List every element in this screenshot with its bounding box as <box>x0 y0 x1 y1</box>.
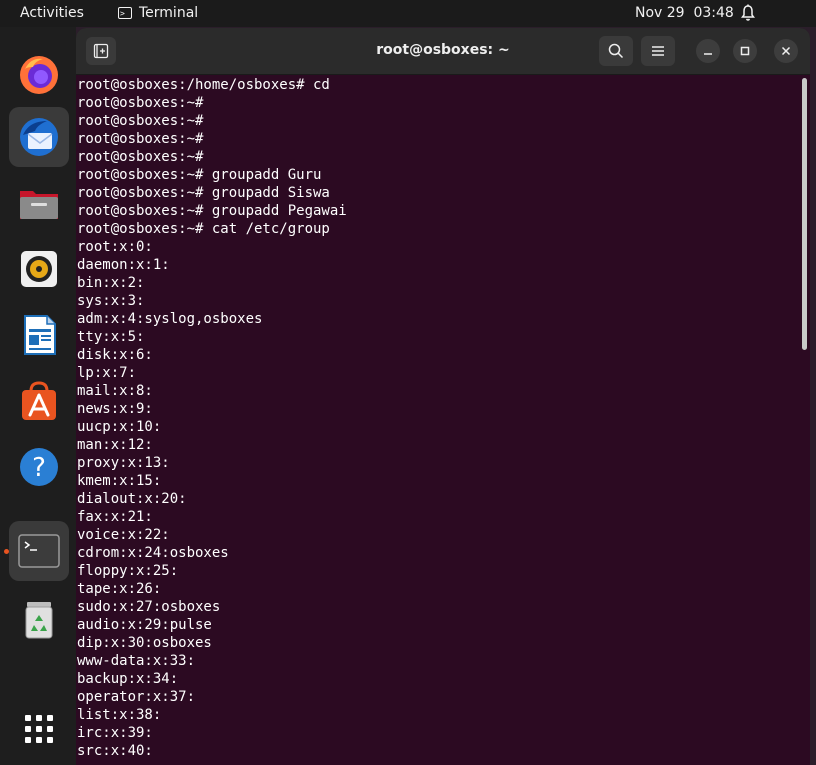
terminal-line: lp:x:7: <box>77 365 137 381</box>
terminal-line: root@osboxes:~# groupadd Guru <box>77 167 322 183</box>
terminal-line: root@osboxes:~# <box>77 131 204 147</box>
close-button[interactable] <box>774 39 798 63</box>
terminal-line: root@osboxes:~# groupadd Siswa <box>77 185 330 201</box>
dock-help[interactable]: ? <box>9 437 69 497</box>
terminal-line: daemon:x:1: <box>77 257 170 273</box>
help-icon: ? <box>20 448 58 486</box>
terminal-line: uucp:x:10: <box>77 419 162 435</box>
terminal-line: dialout:x:20: <box>77 491 187 507</box>
app-menu-label: Terminal <box>139 5 199 21</box>
minimize-icon <box>704 53 712 55</box>
terminal-line: fax:x:21: <box>77 509 153 525</box>
dock-rhythmbox[interactable] <box>9 239 69 299</box>
terminal-line: backup:x:34: <box>77 671 179 687</box>
terminal-line: tape:x:26: <box>77 581 162 597</box>
terminal-line: news:x:9: <box>77 401 153 417</box>
terminal-line: root@osboxes:/home/osboxes# cd <box>77 77 330 93</box>
app-grid-icon <box>25 715 53 743</box>
top-bar: Activities > Terminal Nov 29 03:48 <box>0 0 816 27</box>
terminal-line: kmem:x:15: <box>77 473 162 489</box>
terminal-line: src:x:40: <box>77 743 153 759</box>
minimize-button[interactable] <box>696 39 720 63</box>
terminal-line: sys:x:3: <box>77 293 145 309</box>
terminal-line: adm:x:4:syslog,osboxes <box>77 311 263 327</box>
speaker-icon <box>21 251 57 287</box>
terminal-line: audio:x:29:pulse <box>77 617 212 633</box>
terminal-icon: > <box>118 7 132 19</box>
svg-text:?: ? <box>32 453 46 483</box>
maximize-icon <box>740 46 750 56</box>
search-icon <box>608 43 624 59</box>
menu-button[interactable] <box>641 36 675 66</box>
clock[interactable]: Nov 29 03:48 <box>635 5 734 21</box>
terminal-line: www-data:x:33: <box>77 653 196 669</box>
activities-button[interactable]: Activities <box>20 5 84 21</box>
dock-firefox[interactable] <box>9 45 69 105</box>
bell-icon[interactable] <box>740 4 756 22</box>
dock-software[interactable] <box>9 371 69 431</box>
folder-icon <box>20 191 58 219</box>
dock: ? <box>0 27 76 765</box>
terminal-line: cdrom:x:24:osboxes <box>77 545 229 561</box>
trash-icon <box>25 602 53 639</box>
terminal-line: list:x:38: <box>77 707 162 723</box>
search-button[interactable] <box>599 36 633 66</box>
scrollbar-thumb[interactable] <box>802 78 807 350</box>
close-icon <box>781 46 791 56</box>
dock-writer[interactable] <box>9 305 69 365</box>
document-icon <box>24 315 56 355</box>
terminal-line: root@osboxes:~# <box>77 149 204 165</box>
dock-files[interactable] <box>9 173 69 233</box>
scrollbar[interactable] <box>800 76 808 765</box>
dock-show-apps[interactable] <box>9 699 69 759</box>
firefox-icon <box>20 56 58 94</box>
maximize-button[interactable] <box>733 39 757 63</box>
dock-terminal[interactable] <box>9 521 69 581</box>
dock-thunderbird[interactable] <box>9 107 69 167</box>
terminal-line: tty:x:5: <box>77 329 145 345</box>
terminal-output[interactable]: root@osboxes:/home/osboxes# cd root@osbox… <box>77 76 797 765</box>
terminal-line: root:x:0: <box>77 239 153 255</box>
terminal-window: root@osboxes: ~ root@osboxes:/home/osbox… <box>76 28 810 765</box>
dock-trash[interactable] <box>9 589 69 649</box>
terminal-line: root@osboxes:~# cat /etc/group <box>77 221 330 237</box>
terminal-line: operator:x:37: <box>77 689 196 705</box>
terminal-line: man:x:12: <box>77 437 153 453</box>
thunderbird-icon <box>20 118 58 156</box>
terminal-icon <box>18 534 60 568</box>
header-bar: root@osboxes: ~ <box>76 28 810 75</box>
app-menu[interactable]: > Terminal <box>118 5 198 21</box>
terminal-line: disk:x:6: <box>77 347 153 363</box>
terminal-line: dip:x:30:osboxes <box>77 635 212 651</box>
terminal-line: voice:x:22: <box>77 527 170 543</box>
terminal-line: root@osboxes:~# <box>77 95 204 111</box>
terminal-line: bin:x:2: <box>77 275 145 291</box>
terminal-line: irc:x:39: <box>77 725 153 741</box>
terminal-line: mail:x:8: <box>77 383 153 399</box>
terminal-line: root@osboxes:~# groupadd Pegawai <box>77 203 347 219</box>
terminal-line: floppy:x:25: <box>77 563 179 579</box>
app-store-icon <box>22 381 56 420</box>
terminal-line: sudo:x:27:osboxes <box>77 599 221 615</box>
running-indicator <box>4 549 9 554</box>
terminal-line: proxy:x:13: <box>77 455 170 471</box>
menu-icon <box>652 46 664 56</box>
terminal-line: root@osboxes:~# <box>77 113 204 129</box>
